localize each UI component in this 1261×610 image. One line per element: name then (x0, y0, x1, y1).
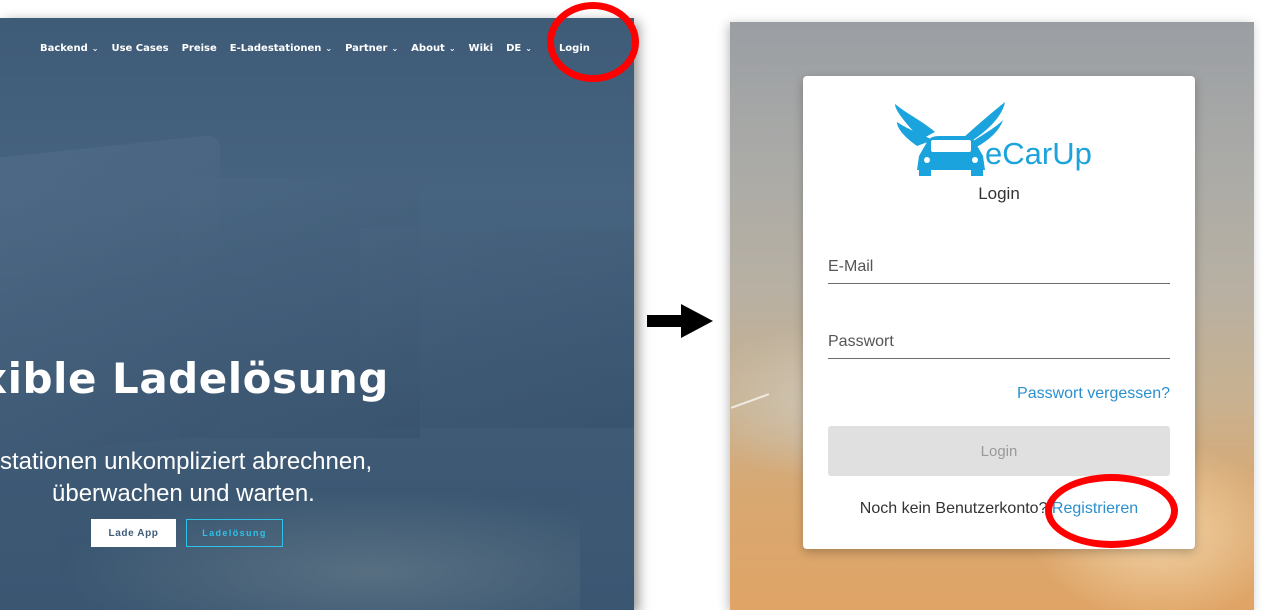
login-card: eCarUp Login Passwort vergessen? Login N… (803, 76, 1195, 549)
nav-item-backend[interactable]: Backend ⌄ (40, 43, 98, 54)
no-account-text: Noch kein Benutzerkonto? (859, 500, 1048, 517)
login-screenshot: eCarUp Login Passwort vergessen? Login N… (730, 22, 1254, 610)
nav-item-language[interactable]: DE ⌄ (506, 43, 532, 54)
nav-item-login[interactable]: Login (559, 43, 590, 54)
login-button[interactable]: Login (828, 426, 1170, 476)
chevron-down-icon: ⌄ (525, 43, 532, 53)
password-field-wrapper (828, 319, 1170, 359)
chevron-down-icon: ⌄ (391, 43, 399, 53)
hero-subtitle: stationen unkompliziert abrechnen, (0, 448, 373, 475)
website-screenshot: Backend ⌄ Use Cases Preise E-Ladestatione… (0, 18, 634, 610)
brand-name: eCarUp (985, 136, 1092, 171)
hero-subtitle: überwachen und warten. (52, 480, 315, 507)
forgot-password-link[interactable]: Passwort vergessen? (1017, 385, 1170, 403)
chevron-down-icon: ⌄ (448, 43, 456, 53)
nav-item-use-cases[interactable]: Use Cases (111, 43, 168, 54)
password-field[interactable] (828, 319, 1170, 358)
lade-app-button[interactable]: Lade App (91, 519, 176, 547)
arrow-right-icon (647, 304, 713, 338)
nav-item-preise[interactable]: Preise (182, 43, 217, 54)
login-title: Login (978, 184, 1020, 203)
nav-item-about[interactable]: About ⌄ (411, 43, 455, 54)
email-field[interactable] (828, 244, 1170, 283)
hero-title: xible Ladelösung (0, 354, 389, 403)
hero-buttons: Lade App Ladelösung (91, 519, 283, 547)
register-link[interactable]: Registrieren (1052, 500, 1138, 517)
nav-item-partner[interactable]: Partner ⌄ (345, 43, 398, 54)
register-row: Noch kein Benutzerkonto? Registrieren (803, 500, 1195, 518)
chevron-down-icon: ⌄ (91, 43, 99, 53)
email-field-wrapper (828, 244, 1170, 284)
chevron-down-icon: ⌄ (325, 43, 333, 53)
top-navigation: Backend ⌄ Use Cases Preise E-Ladestatione… (0, 18, 634, 78)
nav-item-wiki[interactable]: Wiki (469, 43, 494, 54)
ladeloesung-button[interactable]: Ladelösung (186, 519, 283, 547)
nav-item-e-ladestationen[interactable]: E-Ladestationen ⌄ (230, 43, 332, 54)
